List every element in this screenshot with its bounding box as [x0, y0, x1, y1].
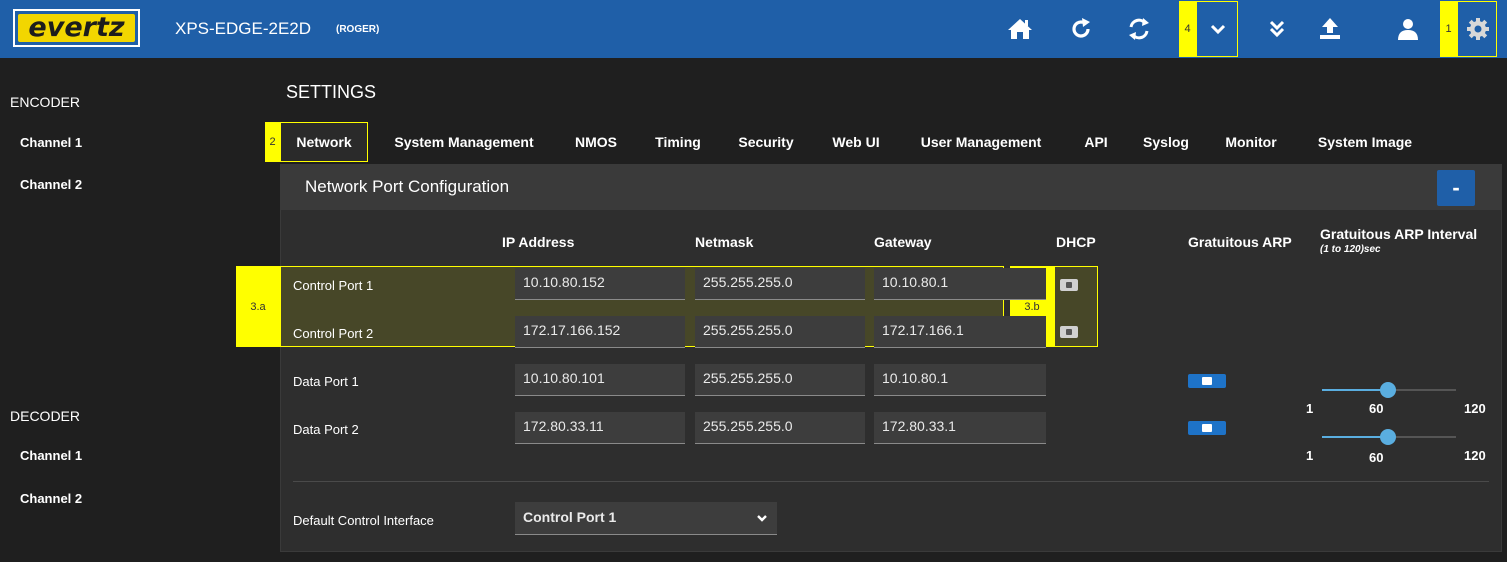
tab-nmos[interactable]: NMOS: [560, 122, 632, 162]
default-control-interface-label: Default Control Interface: [293, 513, 434, 528]
sidebar-item-encoder-channel-2[interactable]: Channel 2: [20, 177, 82, 192]
chevron-down-icon: [1207, 16, 1229, 42]
dhcp-toggle-control-port-2[interactable]: [1060, 326, 1078, 338]
tab-api[interactable]: API: [1068, 122, 1124, 162]
sidebar: [0, 58, 272, 562]
garp-interval-min-2: 1: [1306, 448, 1314, 463]
upload-icon[interactable]: [1315, 14, 1345, 44]
panel-title: Network Port Configuration: [305, 177, 510, 196]
tab-security[interactable]: Security: [724, 122, 808, 162]
default-control-interface-select[interactable]: Control Port 1: [515, 502, 777, 535]
netmask-field-control-port-1[interactable]: 255.255.255.0: [695, 268, 865, 300]
column-header-netmask: Netmask: [695, 234, 754, 250]
panel-divider: [293, 481, 1489, 482]
dropdown-menu-button[interactable]: [1196, 1, 1238, 57]
device-user: (ROGER): [336, 24, 380, 35]
column-header-gateway: Gateway: [874, 234, 932, 250]
gratuitous-arp-toggle-data-port-1[interactable]: [1188, 374, 1226, 388]
annotation-marker-2: 2: [265, 122, 280, 162]
garp-interval-slider-fill-1: [1322, 389, 1388, 391]
gateway-field-control-port-2[interactable]: 172.17.166.1: [874, 316, 1046, 348]
annotation-marker-4: 4: [1179, 1, 1196, 57]
garp-interval-value-2: 60: [1369, 450, 1384, 465]
tab-network[interactable]: Network: [280, 122, 368, 162]
tab-user-management[interactable]: User Management: [900, 122, 1062, 162]
user-icon[interactable]: [1393, 14, 1423, 44]
collapse-button[interactable]: -: [1437, 170, 1475, 206]
sidebar-item-decoder-channel-2[interactable]: Channel 2: [20, 491, 82, 506]
garp-interval-slider-handle-1[interactable]: [1380, 382, 1396, 398]
ip-field-control-port-1[interactable]: 10.10.80.152: [515, 268, 685, 300]
garp-interval-value-1: 60: [1369, 401, 1384, 416]
column-header-ip: IP Address: [502, 234, 575, 250]
sidebar-section-encoder: ENCODER: [10, 94, 81, 110]
sidebar-item-encoder-channel-1[interactable]: Channel 1: [20, 135, 82, 150]
garp-interval-slider-handle-2[interactable]: [1380, 429, 1396, 445]
tab-syslog[interactable]: Syslog: [1130, 122, 1202, 162]
garp-interval-min-1: 1: [1306, 401, 1314, 416]
tab-monitor[interactable]: Monitor: [1208, 122, 1294, 162]
gateway-field-data-port-1[interactable]: 10.10.80.1: [874, 364, 1046, 396]
garp-interval-slider-fill-2: [1322, 436, 1388, 438]
tab-system-image[interactable]: System Image: [1300, 122, 1430, 162]
netmask-field-data-port-1[interactable]: 255.255.255.0: [695, 364, 865, 396]
double-chevron-down-icon[interactable]: [1262, 14, 1292, 44]
row-label-data-port-2: Data Port 2: [293, 422, 359, 437]
logo-background: evertz: [18, 12, 135, 43]
annotation-marker-3a: 3.a: [236, 266, 280, 347]
column-subheader-garp-interval: (1 to 120)sec: [1320, 244, 1381, 255]
column-header-garp-interval: Gratuitous ARP Interval: [1320, 226, 1478, 242]
ip-field-control-port-2[interactable]: 172.17.166.152: [515, 316, 685, 348]
dhcp-toggle-control-port-1[interactable]: [1060, 279, 1078, 291]
sync-icon[interactable]: [1124, 14, 1154, 44]
gateway-field-data-port-2[interactable]: 172.80.33.1: [874, 412, 1046, 444]
page-title: SETTINGS: [286, 82, 377, 102]
refresh-icon[interactable]: [1066, 14, 1096, 44]
row-label-control-port-2: Control Port 2: [293, 326, 374, 341]
gateway-field-control-port-1[interactable]: 10.10.80.1: [874, 268, 1046, 300]
ip-field-data-port-2[interactable]: 172.80.33.11: [515, 412, 685, 444]
default-control-interface-value: Control Port 1: [523, 509, 617, 525]
network-port-configuration-panel: [280, 164, 1502, 552]
netmask-field-data-port-2[interactable]: 255.255.255.0: [695, 412, 865, 444]
sidebar-item-decoder-channel-1[interactable]: Channel 1: [20, 448, 82, 463]
device-name: XPS-EDGE-2E2D: [175, 19, 312, 38]
garp-interval-max-1: 120: [1464, 401, 1486, 416]
sidebar-section-decoder: DECODER: [10, 408, 81, 424]
gear-icon: [1466, 17, 1490, 41]
settings-button[interactable]: [1457, 1, 1497, 57]
row-label-data-port-1: Data Port 1: [293, 374, 359, 389]
chevron-down-icon: [755, 511, 769, 525]
tab-system-management[interactable]: System Management: [374, 122, 554, 162]
tab-web-ui[interactable]: Web UI: [816, 122, 896, 162]
annotation-marker-1: 1: [1440, 1, 1457, 57]
evertz-logo[interactable]: evertz: [13, 9, 140, 47]
home-icon[interactable]: [1005, 14, 1035, 44]
column-header-gratuitous-arp: Gratuitous ARP: [1188, 234, 1292, 250]
logo-text: evertz: [28, 12, 125, 43]
ip-field-data-port-1[interactable]: 10.10.80.101: [515, 364, 685, 396]
gratuitous-arp-toggle-data-port-2[interactable]: [1188, 421, 1226, 435]
column-header-dhcp: DHCP: [1056, 234, 1096, 250]
row-label-control-port-1: Control Port 1: [293, 278, 374, 293]
netmask-field-control-port-2[interactable]: 255.255.255.0: [695, 316, 865, 348]
garp-interval-max-2: 120: [1464, 448, 1486, 463]
tab-timing[interactable]: Timing: [640, 122, 716, 162]
